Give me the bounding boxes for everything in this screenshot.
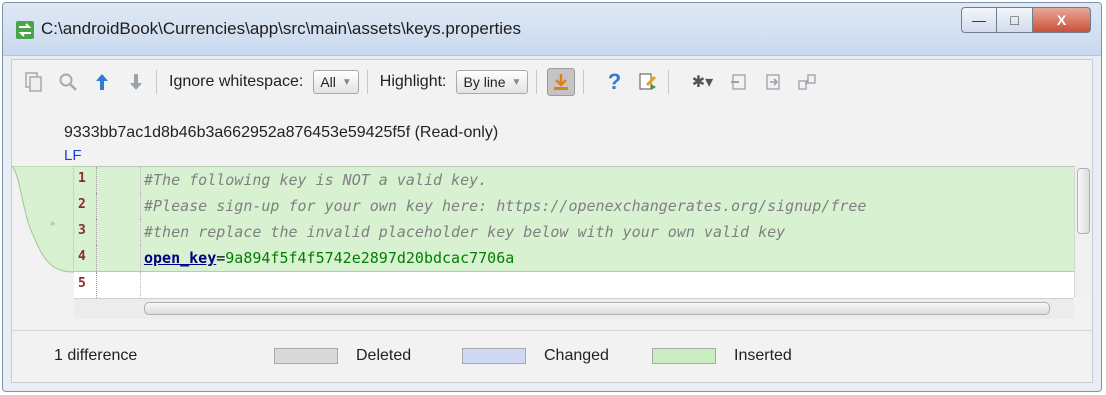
vertical-scrollbar[interactable] bbox=[1074, 166, 1091, 298]
inserted-swatch bbox=[652, 348, 716, 364]
chevron-down-icon: ▼ bbox=[341, 76, 352, 88]
close-icon: X bbox=[1056, 12, 1067, 28]
title-bar[interactable]: C:\androidBook\Currencies\app\src\main\a… bbox=[3, 3, 1101, 56]
maximize-icon: □ bbox=[1010, 12, 1019, 28]
fold-divider bbox=[140, 193, 141, 219]
collapse-icon[interactable] bbox=[727, 70, 751, 94]
difference-count: 1 difference bbox=[54, 347, 138, 364]
property-key: open_key bbox=[144, 249, 217, 267]
code-text: #The following key is NOT a valid key. bbox=[144, 171, 488, 189]
line-number: 5 bbox=[78, 276, 86, 291]
ignore-whitespace-label: Ignore whitespace: bbox=[169, 73, 304, 90]
window-controls: — □ X bbox=[961, 7, 1091, 33]
close-button[interactable]: X bbox=[1033, 7, 1091, 33]
changed-swatch bbox=[462, 348, 526, 364]
revision-info: 9333bb7ac1d8b46b3a662952a876453e59425f5f… bbox=[64, 124, 499, 141]
deleted-swatch bbox=[274, 348, 338, 364]
code-line[interactable]: 5 bbox=[74, 272, 1076, 298]
edit-source-icon[interactable] bbox=[636, 70, 660, 94]
gutter-divider bbox=[96, 167, 97, 193]
highlight-label: Highlight: bbox=[379, 73, 447, 90]
fold-divider bbox=[140, 167, 141, 193]
line-number: 1 bbox=[78, 171, 86, 186]
previous-difference-icon[interactable] bbox=[90, 70, 114, 94]
diff-legend: 1 difference Deleted Changed Inserted bbox=[12, 330, 1092, 381]
ignore-whitespace-value: All bbox=[320, 74, 336, 90]
expand-icon[interactable] bbox=[761, 70, 785, 94]
legend-changed: Changed bbox=[462, 347, 609, 365]
svg-text:»: » bbox=[50, 218, 55, 228]
diff-panel: Ignore whitespace: All ▼ Highlight: By l… bbox=[11, 59, 1093, 383]
apply-changes-icon[interactable] bbox=[547, 68, 576, 96]
gutter-divider bbox=[96, 219, 97, 245]
vertical-scroll-thumb[interactable] bbox=[1077, 168, 1090, 234]
settings-icon[interactable]: ✱▾ bbox=[687, 70, 717, 94]
copy-icon[interactable] bbox=[22, 70, 46, 94]
code-line[interactable]: 4 open_key=9a894f5f4f5742e2897d20bdcac77… bbox=[74, 245, 1076, 272]
toolbar-separator bbox=[668, 70, 670, 94]
window-title: C:\androidBook\Currencies\app\src\main\a… bbox=[41, 19, 521, 38]
diff-connector-curve: » bbox=[12, 166, 74, 273]
toolbar-separator bbox=[366, 70, 368, 94]
code-text: #then replace the invalid placeholder ke… bbox=[144, 223, 786, 241]
fold-divider bbox=[140, 219, 141, 245]
line-number: 4 bbox=[78, 249, 86, 264]
code-line[interactable]: 2 #Please sign-up for your own key here:… bbox=[74, 193, 1076, 219]
sync-scroll-icon[interactable] bbox=[795, 70, 819, 94]
legend-deleted: Deleted bbox=[274, 347, 411, 365]
legend-label: Inserted bbox=[734, 347, 792, 364]
gutter-divider bbox=[96, 193, 97, 219]
fold-divider bbox=[140, 272, 141, 298]
chevron-down-icon: ▼ bbox=[511, 76, 522, 88]
legend-inserted: Inserted bbox=[652, 347, 792, 365]
code-text: open_key=9a894f5f4f5742e2897d20bdcac7706… bbox=[144, 249, 514, 267]
diff-app-icon bbox=[16, 21, 34, 39]
maximize-button[interactable]: □ bbox=[997, 7, 1033, 33]
property-value: 9a894f5f4f5742e2897d20bdcac7706a bbox=[225, 249, 515, 267]
help-icon[interactable]: ? bbox=[602, 69, 626, 94]
diff-editor[interactable]: » 1 #The following key is NOT a valid ke… bbox=[12, 166, 1092, 320]
gutter-divider bbox=[96, 245, 97, 271]
next-difference-icon[interactable] bbox=[124, 70, 148, 94]
toolbar-separator bbox=[156, 70, 157, 94]
gutter-divider bbox=[96, 272, 97, 298]
diff-toolbar: Ignore whitespace: All ▼ Highlight: By l… bbox=[12, 60, 1092, 104]
ignore-whitespace-select[interactable]: All ▼ bbox=[313, 70, 359, 94]
legend-label: Changed bbox=[544, 347, 609, 364]
horizontal-scroll-thumb[interactable] bbox=[144, 302, 1050, 315]
highlight-select[interactable]: By line ▼ bbox=[456, 70, 529, 94]
toolbar-separator bbox=[583, 70, 585, 94]
fold-divider bbox=[140, 245, 141, 271]
code-lines: 1 #The following key is NOT a valid key.… bbox=[74, 166, 1076, 299]
toolbar-separator bbox=[536, 70, 538, 94]
minimize-icon: — bbox=[972, 12, 986, 28]
find-icon[interactable] bbox=[56, 70, 80, 94]
property-equals: = bbox=[216, 249, 226, 267]
diff-window: C:\androidBook\Currencies\app\src\main\a… bbox=[2, 2, 1102, 392]
line-ending-indicator[interactable]: LF bbox=[64, 147, 82, 164]
code-line[interactable]: 3 #then replace the invalid placeholder … bbox=[74, 219, 1076, 245]
legend-label: Deleted bbox=[356, 347, 412, 364]
horizontal-scrollbar[interactable] bbox=[74, 298, 1074, 319]
line-number: 2 bbox=[78, 197, 86, 212]
minimize-button[interactable]: — bbox=[961, 7, 997, 33]
code-line[interactable]: 1 #The following key is NOT a valid key. bbox=[74, 167, 1076, 193]
code-text: #Please sign-up for your own key here: h… bbox=[144, 197, 867, 215]
line-number: 3 bbox=[78, 223, 86, 238]
highlight-value: By line bbox=[463, 74, 506, 90]
